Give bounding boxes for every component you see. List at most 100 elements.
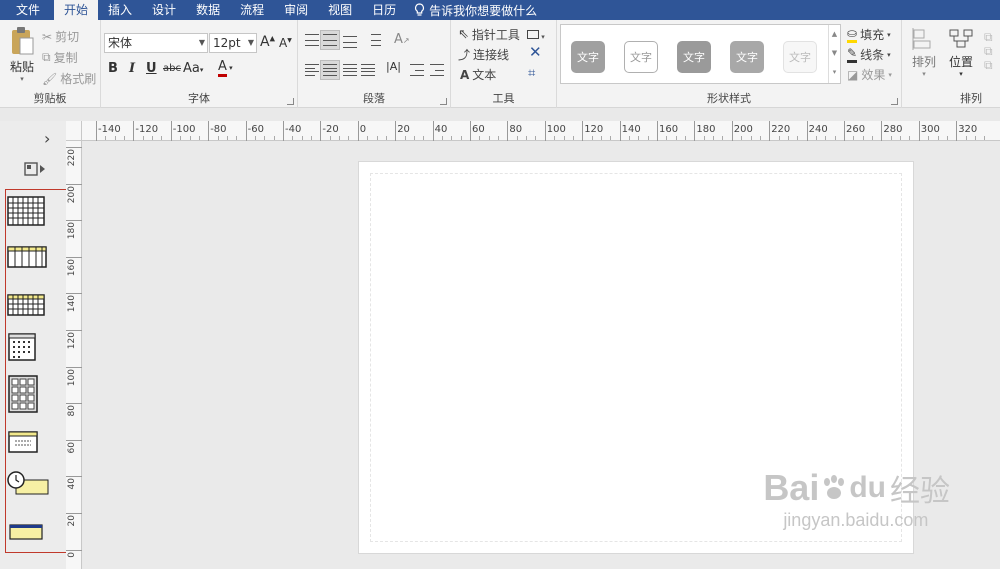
tab-insert[interactable]: 插入 [98, 0, 142, 20]
tab-home[interactable]: 开始 [54, 0, 99, 20]
copy-button[interactable]: ⧉ 复制 [42, 49, 78, 66]
fill-button[interactable]: ⛀ 填充 ▾ [847, 26, 891, 43]
watermark-url: jingyan.baidu.com [783, 510, 929, 530]
align-middle-button[interactable] [320, 30, 340, 50]
align-top-icon[interactable] [305, 34, 319, 46]
calendar-day-icon[interactable] [6, 429, 40, 455]
tab-view[interactable]: 视图 [318, 0, 362, 20]
align-right-icon[interactable] [343, 64, 357, 76]
tell-me-box[interactable]: 告诉我你想要做什么 [406, 2, 537, 19]
paragraph-dialog-launcher[interactable] [440, 98, 447, 105]
calendar-timeline-clock-icon[interactable] [6, 470, 52, 496]
strikethrough-button[interactable]: abc [163, 63, 181, 74]
effect-button[interactable]: ◪ 效果 ▾ [847, 66, 892, 83]
vertical-ruler[interactable]: 220 200 180 160 140 120 100 80 60 40 20 0 [66, 141, 82, 569]
ruler-minor-tick [890, 136, 892, 140]
ruler-tick [245, 121, 247, 141]
tab-review[interactable]: 审阅 [274, 0, 318, 20]
ruler-tick-label: 280 [883, 124, 903, 135]
baidu-watermark: Bai du 经验 jingyan.baidu.com [763, 466, 950, 531]
line-button[interactable]: ✎ 线条 ▾ [847, 46, 891, 63]
ruler-tick [96, 121, 97, 141]
ruler-tick [619, 121, 621, 141]
shape-style-swatch-1[interactable]: 文字 [565, 33, 611, 81]
group-shapes-icon[interactable]: ⧉ ⧉ ⧉ [984, 30, 998, 72]
tab-data[interactable]: 数据 [186, 0, 230, 20]
tab-design[interactable]: 设计 [142, 0, 186, 20]
ruler-tick-label: 220 [67, 149, 77, 167]
format-painter-button[interactable]: 🖌 格式刷 [42, 70, 96, 87]
ruler-minor-tick [834, 136, 836, 140]
paintbrush-icon: 🖌 [42, 71, 58, 86]
stencil-menu-button[interactable] [24, 162, 46, 179]
text-direction-icon[interactable]: |A| [386, 60, 401, 73]
ruler-tick [918, 121, 920, 141]
underline-button[interactable]: U [146, 61, 157, 76]
align-bottom-icon[interactable] [343, 36, 357, 48]
ribbon: 粘贴 ▾ ✂ 剪切 ⧉ 复制 🖌 格式刷 剪贴板 宋体 ▼ 12pt ▼ A▲ … [0, 20, 1000, 108]
ruler-minor-tick [610, 136, 612, 140]
font-color-button[interactable]: A ▾ [218, 59, 233, 77]
close-icon[interactable]: ✕ [529, 43, 542, 61]
shrink-font-icon[interactable]: A▼ [279, 36, 292, 50]
paste-button[interactable]: 粘贴 ▾ [5, 26, 39, 84]
calendar-week-icon[interactable] [6, 245, 48, 269]
decrease-indent-icon[interactable] [410, 64, 424, 76]
increase-indent-icon[interactable] [430, 64, 444, 76]
ruler-minor-tick [853, 136, 855, 140]
font-family-select[interactable]: 宋体 ▼ [104, 33, 208, 53]
font-dialog-launcher[interactable] [287, 98, 294, 105]
rectangle-shape-button[interactable]: ▾ [527, 28, 545, 42]
copy-icon: ⧉ [42, 50, 51, 64]
shape-styles-dialog-launcher[interactable] [891, 98, 898, 105]
ruler-tick-label: 180 [696, 124, 716, 135]
bullets-icon[interactable] [367, 34, 381, 46]
ruler-tick-label: -40 [285, 124, 302, 135]
pointer-tool-button[interactable]: ⇖ 指针工具 [458, 26, 520, 43]
shape-style-swatch-5[interactable]: 文字 [777, 33, 823, 81]
text-tool-button[interactable]: A 文本 [460, 66, 496, 83]
calendar-multi-week-icon[interactable] [6, 293, 46, 317]
align-left-icon[interactable] [305, 64, 319, 76]
change-case-button[interactable]: Aa▾ [183, 61, 203, 76]
arrange-button[interactable]: 排列 ▾ [909, 28, 939, 78]
ruler-corner [66, 121, 82, 141]
tab-calendar[interactable]: 日历 [362, 0, 406, 20]
shape-style-swatch-2[interactable]: 文字 [618, 33, 664, 81]
ruler-minor-tick [722, 136, 724, 140]
tab-file[interactable]: 文件 [0, 0, 54, 20]
panel-expand-button[interactable]: › [44, 129, 50, 148]
ruler-tick-label: 260 [846, 124, 866, 135]
ruler-minor-tick [516, 136, 518, 140]
gallery-scroll[interactable]: ▲ ▼ ▾ [828, 25, 840, 83]
text-rotate-icon[interactable]: A↗ [394, 32, 410, 47]
position-icon [949, 29, 973, 48]
horizontal-ruler[interactable]: -140 -120 -100 -80 -60 -40 -20 0 20 40 60 80 100 120 1… [82, 121, 1000, 141]
justify-icon[interactable] [361, 64, 375, 76]
font-size-select[interactable]: 12pt ▼ [209, 33, 257, 53]
tab-process[interactable]: 流程 [230, 0, 274, 20]
cut-button[interactable]: ✂ 剪切 [42, 28, 79, 45]
position-button[interactable]: 位置 ▾ [944, 28, 978, 78]
align-center-button[interactable] [320, 60, 340, 80]
grow-font-icon[interactable]: A▲ [260, 34, 275, 50]
shape-style-swatch-4[interactable]: 文字 [724, 33, 770, 81]
ruler-tick [470, 121, 471, 141]
crop-icon[interactable]: ⌗ [528, 66, 535, 81]
bold-button[interactable]: B [108, 61, 118, 76]
connector-button[interactable]: ⤴ 连接线 [458, 46, 509, 63]
italic-button[interactable]: I [129, 61, 135, 76]
shape-style-swatch-3[interactable]: 文字 [671, 33, 717, 81]
calendar-year-icon[interactable] [6, 374, 40, 414]
ruler-tick-label: 120 [67, 332, 77, 350]
ruler-minor-tick [759, 136, 761, 140]
ruler-minor-tick [713, 136, 715, 140]
ruler-minor-tick [189, 136, 191, 140]
rectangle-icon [527, 30, 539, 39]
calendar-bar-icon[interactable] [6, 522, 46, 542]
calendar-month-icon[interactable] [6, 332, 38, 362]
swatch-label: 文字 [783, 41, 817, 73]
tools-group-label: 工具 [492, 92, 515, 105]
calendar-month-grid-icon[interactable] [6, 196, 46, 228]
ruler-minor-tick [404, 136, 406, 140]
